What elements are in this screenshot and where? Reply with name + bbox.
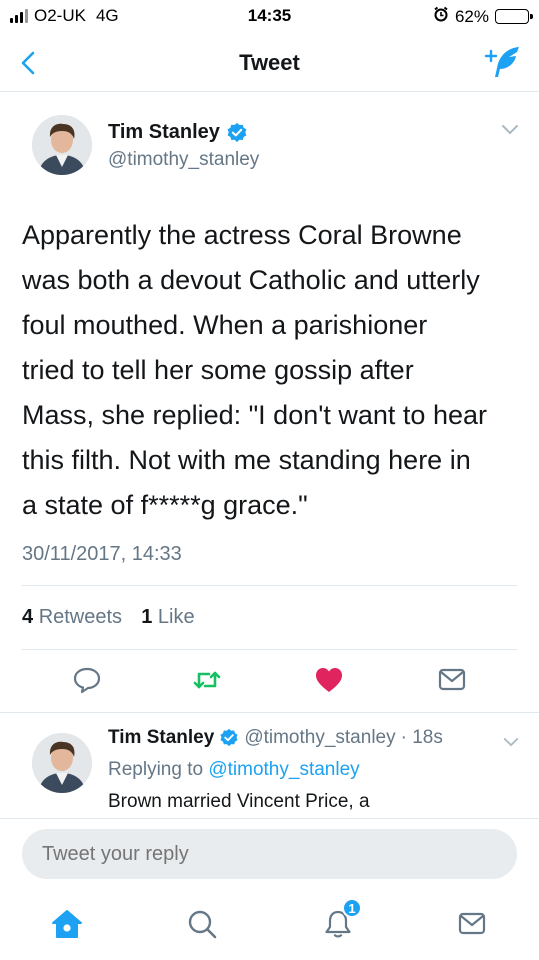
replying-to: Replying to @timothy_stanley [108, 759, 360, 781]
tab-search[interactable] [182, 904, 222, 944]
tweet-line: Mass, she replied: "I don't want to hear [22, 400, 487, 430]
reply-bubble-icon [73, 667, 101, 694]
reply-time: · 18s [400, 727, 443, 748]
reply-header: Tim Stanley @timothy_stanley · 18s [108, 727, 443, 749]
tweet-line: a state of f*****g grace." [22, 490, 308, 520]
share-button[interactable] [435, 663, 469, 697]
envelope-icon [458, 912, 486, 935]
avatar[interactable] [32, 115, 92, 175]
like-count: 1 [141, 606, 153, 628]
reply-options-button[interactable] [503, 735, 519, 747]
avatar[interactable] [32, 733, 92, 793]
tweet-line: was both a devout Catholic and utterly [22, 265, 480, 295]
page-title: Tweet [239, 50, 300, 75]
likes-stat[interactable]: 1 Like [141, 606, 194, 628]
like-button[interactable] [312, 663, 346, 697]
tweet-options-button[interactable] [501, 123, 519, 135]
nav-bar: Tweet [0, 36, 539, 92]
reply-button[interactable] [70, 663, 104, 697]
alarm-icon [433, 6, 449, 27]
author-name-text: Tim Stanley [108, 121, 220, 143]
reply-author-name[interactable]: Tim Stanley [108, 727, 214, 749]
tab-bar: 1 [0, 890, 539, 960]
like-label: Like [157, 606, 195, 628]
status-bar: O2-UK 4G 14:35 62% [0, 0, 539, 36]
replying-to-handle[interactable]: @timothy_stanley [208, 759, 359, 780]
retweet-count: 4 [22, 606, 34, 628]
heart-icon [316, 668, 342, 692]
retweet-label: Retweets [38, 606, 123, 628]
retweet-button[interactable] [190, 663, 224, 697]
author-handle[interactable]: @timothy_stanley [108, 149, 259, 171]
verified-badge-icon [227, 122, 247, 142]
tab-messages[interactable] [452, 904, 492, 944]
status-right: 62% [433, 6, 533, 27]
tweet-line: foul mouthed. When a parishioner [22, 310, 428, 340]
chevron-down-icon [502, 125, 518, 135]
reply-compose-bar [0, 818, 539, 890]
tweet-timestamp: 30/11/2017, 14:33 [22, 543, 182, 565]
battery-icon [495, 9, 533, 24]
tweet-line: this filth. Not with me standing here in [22, 445, 471, 475]
reply-input[interactable] [22, 829, 517, 879]
compose-tweet-button[interactable] [483, 44, 523, 80]
notifications-badge: 1 [342, 898, 362, 918]
divider [22, 649, 517, 650]
replying-to-label: Replying to [108, 759, 204, 780]
home-icon [52, 910, 82, 938]
divider [22, 585, 517, 586]
verified-badge-icon [220, 728, 238, 747]
tweet-line: tried to tell her some gossip after [22, 355, 414, 385]
chevron-down-icon [503, 738, 519, 747]
search-icon [188, 910, 217, 939]
tweet-line: Apparently the actress Coral Browne [22, 220, 462, 250]
tab-notifications[interactable]: 1 [318, 898, 362, 944]
reply-text: Brown married Vincent Price, a [108, 791, 370, 812]
tweet-stats: 4 Retweets 1 Like [22, 606, 195, 629]
author-name[interactable]: Tim Stanley [108, 121, 248, 144]
battery-percent: 62% [454, 6, 489, 26]
reply-author-handle[interactable]: @timothy_stanley [244, 727, 395, 749]
retweets-stat[interactable]: 4 Retweets [22, 606, 122, 628]
envelope-icon [438, 668, 466, 691]
reply-tweet[interactable]: Tim Stanley @timothy_stanley · 18s Reply… [0, 712, 539, 818]
compose-feather-icon [484, 47, 519, 77]
tweet-actions [0, 663, 539, 703]
retweet-icon [193, 671, 221, 689]
tweet-text: Apparently the actress Coral Browne was … [22, 213, 522, 528]
tab-home[interactable] [47, 904, 87, 944]
